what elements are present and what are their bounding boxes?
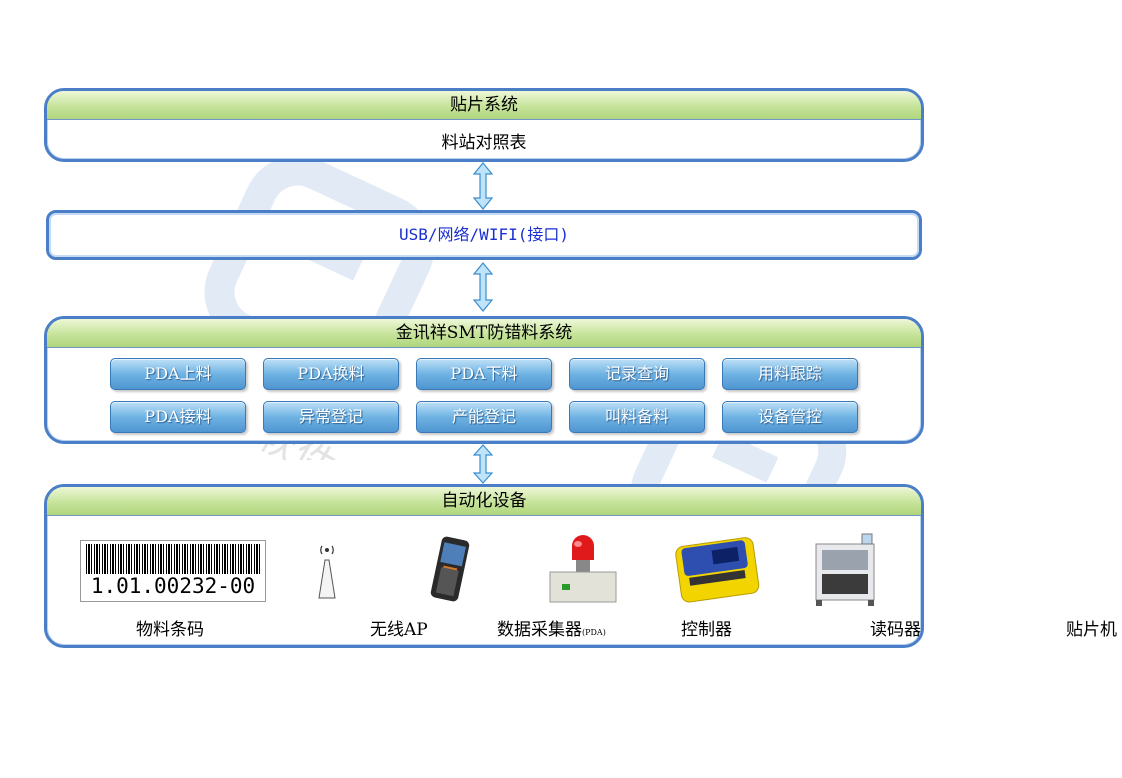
controller-icon xyxy=(549,535,617,603)
label-material-barcode: 物料条码 xyxy=(136,620,204,640)
module-capacity-register[interactable]: 产能登记 xyxy=(416,401,552,433)
label-controller: 控制器 xyxy=(681,620,732,640)
barcode-number: 1.01.00232-00 xyxy=(90,574,256,598)
module-record-query[interactable]: 记录查询 xyxy=(569,358,705,390)
label-data-collector-suffix: (PDA) xyxy=(582,628,606,637)
station-table-label: 料站对照表 xyxy=(441,133,527,153)
module-equipment-control[interactable]: 设备管控 xyxy=(722,401,858,433)
placement-machine-icon xyxy=(815,533,875,606)
label-reader: 读码器 xyxy=(870,620,921,640)
wireless-ap-icon xyxy=(318,545,336,599)
module-exception-register[interactable]: 异常登记 xyxy=(263,401,399,433)
double-arrow-icon xyxy=(473,262,493,312)
label-placement-machine: 贴片机 xyxy=(1066,620,1117,640)
label-data-collector-text: 数据采集器 xyxy=(497,620,582,640)
automation-device-title: 自动化设备 xyxy=(47,487,921,516)
barcode-image: 1.01.00232-00 xyxy=(80,540,266,602)
module-pda-splice[interactable]: PDA接料 xyxy=(110,401,246,433)
module-pda-load[interactable]: PDA上料 xyxy=(110,358,246,390)
placement-system-panel: 贴片系统 料站对照表 xyxy=(44,88,924,162)
placement-system-title: 贴片系统 xyxy=(47,91,921,120)
barcode-reader-icon xyxy=(675,537,760,603)
module-pda-unload[interactable]: PDA下料 xyxy=(416,358,552,390)
module-material-tracking[interactable]: 用料跟踪 xyxy=(722,358,858,390)
double-arrow-icon xyxy=(473,444,493,484)
pda-device-icon xyxy=(430,536,470,602)
module-material-request[interactable]: 叫料备料 xyxy=(569,401,705,433)
label-data-collector: 数据采集器(PDA) xyxy=(497,615,606,640)
barcode-icon xyxy=(86,544,260,574)
module-pda-change[interactable]: PDA换料 xyxy=(263,358,399,390)
smt-system-title: 金讯祥SMT防错料系统 xyxy=(47,319,921,348)
interface-bar: USB/网络/WIFI(接口) xyxy=(46,210,922,260)
label-wireless-ap: 无线AP xyxy=(370,620,428,640)
double-arrow-icon xyxy=(473,162,493,210)
